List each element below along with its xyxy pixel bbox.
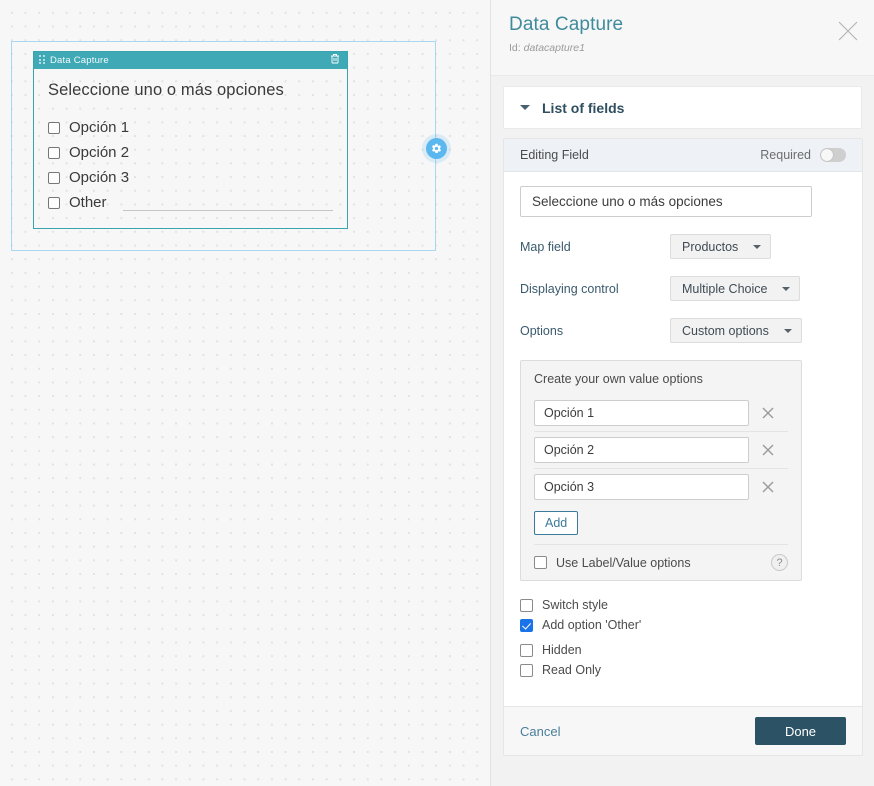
- close-panel-button[interactable]: [835, 18, 861, 44]
- add-option-other-label: Add option 'Other': [542, 618, 642, 632]
- widget-option-checkbox[interactable]: [48, 171, 60, 184]
- close-icon: [761, 481, 775, 498]
- widget-delete-button[interactable]: [328, 53, 342, 68]
- options-label: Options: [520, 323, 564, 338]
- widget-option-label: Opción 2: [69, 144, 130, 161]
- widget-option-checkbox[interactable]: [48, 146, 60, 159]
- field-flags-list: Switch style Add option 'Other' Hidden R…: [520, 595, 846, 680]
- flag-row-hidden[interactable]: Hidden: [520, 640, 846, 660]
- map-field-value: Productos: [682, 239, 739, 254]
- gear-icon: [431, 143, 442, 154]
- widget-body: Seleccione uno o más opciones Opción 1 O…: [34, 69, 347, 215]
- widget-question-label: Seleccione uno o más opciones: [48, 81, 284, 99]
- widget-header[interactable]: Data Capture: [34, 52, 347, 69]
- widget-other-text-input[interactable]: [122, 194, 333, 211]
- toggle-knob: [821, 149, 833, 161]
- property-row-map-field: Map field Productos: [520, 234, 846, 259]
- close-icon: [835, 21, 861, 48]
- section-title: List of fields: [542, 99, 625, 116]
- data-capture-widget[interactable]: Data Capture Seleccione uno o más opcion…: [33, 51, 348, 229]
- widget-option-row[interactable]: Opción 1: [48, 115, 333, 140]
- panel-header: Data Capture Id: datacapture1: [491, 0, 874, 76]
- hidden-label: Hidden: [542, 643, 582, 657]
- field-label-input[interactable]: [520, 186, 812, 217]
- widget-option-checkbox[interactable]: [48, 196, 60, 209]
- flag-row-read-only[interactable]: Read Only: [520, 660, 846, 680]
- custom-options-box: Create your own value options Opción 1 O…: [520, 360, 802, 581]
- flag-row-add-option-other[interactable]: Add option 'Other': [520, 615, 846, 635]
- widget-option-checkbox[interactable]: [48, 121, 60, 134]
- close-icon: [761, 407, 775, 424]
- custom-option-row: [534, 468, 788, 505]
- remove-option-button[interactable]: [761, 443, 775, 457]
- editing-field-title: Editing Field: [520, 148, 589, 162]
- read-only-label: Read Only: [542, 663, 602, 677]
- widget-settings-button[interactable]: [426, 138, 447, 159]
- panel-id-prefix: Id:: [509, 42, 521, 54]
- field-card-footer: Cancel Done: [504, 706, 862, 755]
- cancel-button[interactable]: Cancel: [520, 724, 755, 739]
- editing-field-card: Editing Field Required Map field Product…: [503, 138, 863, 756]
- caret-down-icon: [753, 244, 762, 249]
- widget-option-row[interactable]: Opción 3: [48, 165, 333, 190]
- hidden-checkbox[interactable]: [520, 643, 533, 657]
- chevron-down-icon[interactable]: [520, 105, 530, 110]
- flag-row-switch-style[interactable]: Switch style: [520, 595, 846, 615]
- displaying-control-value: Multiple Choice: [682, 281, 768, 296]
- map-field-select[interactable]: Productos: [670, 234, 772, 259]
- done-button[interactable]: Done: [755, 717, 846, 745]
- close-icon: [761, 444, 775, 461]
- required-toggle[interactable]: [820, 148, 846, 162]
- use-label-value-checkbox[interactable]: [534, 556, 547, 569]
- panel-widget-id: Id: datacapture1: [509, 42, 856, 54]
- panel-id-value: datacapture1: [523, 42, 585, 54]
- map-field-label: Map field: [520, 239, 571, 254]
- options-value: Custom options: [682, 323, 769, 338]
- custom-options-title: Create your own value options: [534, 372, 703, 386]
- custom-option-input[interactable]: [534, 400, 749, 426]
- widget-option-label: Opción 1: [69, 119, 130, 136]
- properties-panel: Data Capture Id: datacapture1 List of fi…: [490, 0, 874, 786]
- widget-option-label: Other: [69, 194, 107, 211]
- remove-option-button[interactable]: [761, 406, 775, 420]
- add-option-button[interactable]: Add: [534, 511, 579, 535]
- form-designer-canvas[interactable]: Data Capture Seleccione uno o más opcion…: [0, 0, 490, 786]
- switch-style-checkbox[interactable]: [520, 598, 533, 612]
- required-label: Required: [760, 148, 811, 162]
- list-of-fields-section: List of fields: [503, 86, 862, 129]
- widget-option-label: Opción 3: [69, 169, 130, 186]
- drag-dots-icon[interactable]: [39, 55, 46, 66]
- use-label-value-row: Use Label/Value options ?: [534, 544, 788, 580]
- caret-down-icon: [783, 328, 792, 333]
- switch-style-label: Switch style: [542, 598, 608, 612]
- page-title: Data Capture: [509, 14, 624, 35]
- editing-field-header: Editing Field Required: [504, 139, 862, 172]
- custom-option-row: [534, 395, 788, 431]
- custom-option-input[interactable]: [534, 474, 749, 500]
- app-root: Data Capture Seleccione uno o más opcion…: [0, 0, 874, 786]
- custom-option-input[interactable]: [534, 437, 749, 463]
- editing-field-body: Map field Productos Displaying control M…: [504, 172, 862, 690]
- question-mark-icon[interactable]: ?: [771, 554, 788, 571]
- custom-option-row: [534, 431, 788, 468]
- read-only-checkbox[interactable]: [520, 663, 533, 677]
- widget-header-title: Data Capture: [50, 55, 109, 66]
- widget-option-row-other[interactable]: Other: [48, 190, 333, 215]
- property-row-options: Options Custom options: [520, 318, 846, 343]
- displaying-control-select[interactable]: Multiple Choice: [670, 276, 801, 301]
- options-select[interactable]: Custom options: [670, 318, 802, 343]
- remove-option-button[interactable]: [761, 480, 775, 494]
- property-row-displaying-control: Displaying control Multiple Choice: [520, 276, 846, 301]
- use-label-value-label: Use Label/Value options: [556, 555, 691, 570]
- displaying-control-label: Displaying control: [520, 281, 619, 296]
- caret-down-icon: [782, 286, 791, 291]
- trash-icon: [329, 52, 341, 70]
- widget-option-row[interactable]: Opción 2: [48, 140, 333, 165]
- list-of-fields-header[interactable]: List of fields: [504, 87, 861, 128]
- add-option-other-checkbox[interactable]: [520, 618, 533, 632]
